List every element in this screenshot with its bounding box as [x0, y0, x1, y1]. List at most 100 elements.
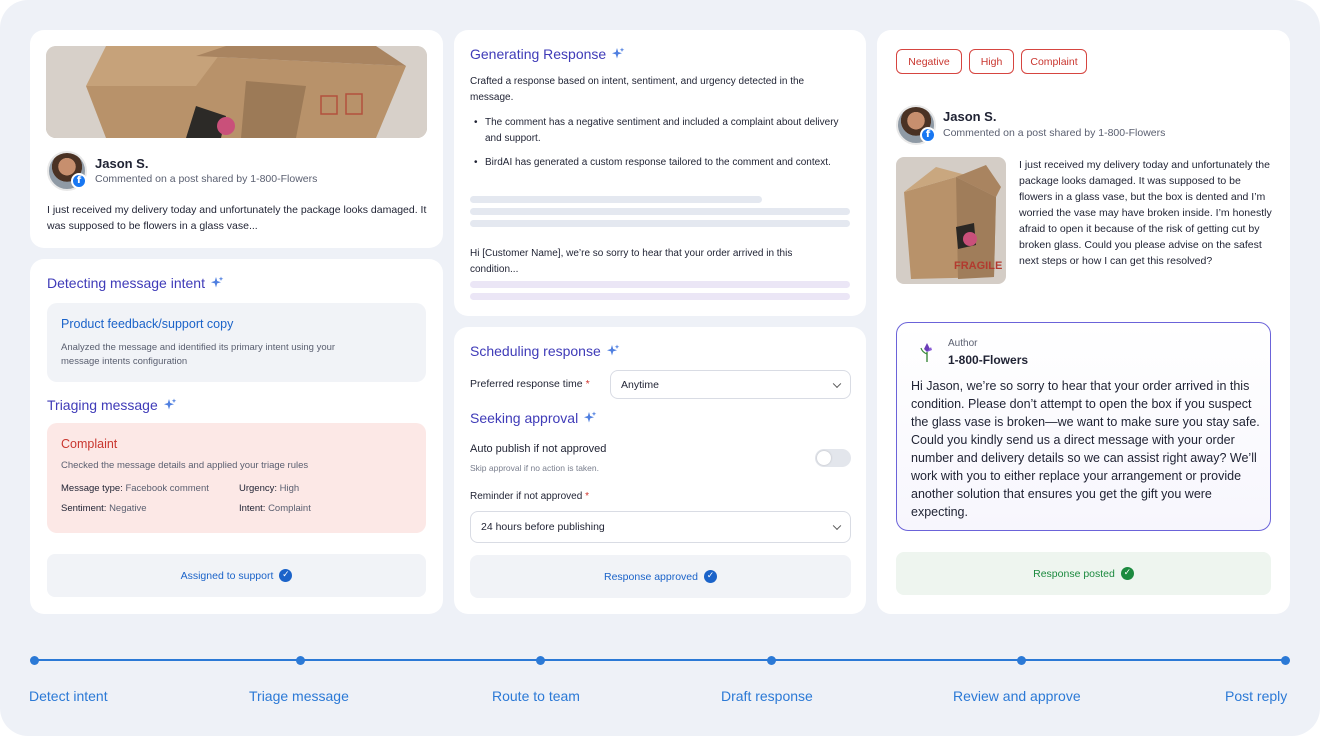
triage-name: Complaint	[61, 437, 118, 451]
author-subtitle: Commented on a post shared by 1-800-Flow…	[95, 173, 318, 185]
timeline-step-review-approve: Review and approve	[953, 688, 1081, 704]
timeline-dot	[1280, 655, 1290, 665]
reminder-label: Reminder if not approved *	[470, 491, 589, 502]
bullet-text: BirdAI has generated a custom response t…	[485, 157, 831, 168]
intent-label: Intent:	[239, 503, 266, 514]
chevron-down-icon	[832, 379, 842, 388]
loading-skeleton	[470, 293, 850, 300]
intent-row: Intent: Complaint	[239, 503, 311, 514]
sentiment-value: Negative	[109, 503, 147, 514]
triage-title-text: Triaging message	[47, 397, 158, 413]
approval-title: Seeking approval	[470, 410, 597, 426]
approved-status-text: Response approved	[604, 570, 698, 583]
reply-box: Author 1-800-Flowers Hi Jason, we’re so …	[896, 322, 1271, 531]
facebook-icon: f	[920, 127, 936, 143]
reminder-select[interactable]: 24 hours before publishing	[470, 511, 851, 543]
package-photo: FRAGILE	[896, 157, 1006, 284]
timeline-dot	[535, 655, 545, 665]
comment-excerpt: I just received my delivery today and un…	[47, 204, 427, 232]
reminder-value: 24 hours before publishing	[481, 521, 605, 533]
detect-intent-title: Detecting message intent	[47, 275, 224, 291]
fragile-label: FRAGILE	[954, 260, 1002, 272]
timeline-dot	[766, 655, 776, 665]
urgency-row: Urgency: High	[239, 483, 299, 494]
scheduling-title-text: Scheduling response	[470, 343, 601, 359]
assigned-status: Assigned to support ✓	[47, 554, 426, 597]
reply-text: Hi Jason, we’re so sorry to hear that yo…	[911, 379, 1260, 519]
check-circle-icon: ✓	[703, 570, 717, 583]
timeline-line	[34, 659, 1286, 661]
urgency-value: High	[279, 483, 300, 494]
author-name: Jason S.	[95, 156, 149, 171]
message-type-label: Message type:	[61, 483, 123, 494]
timeline-dot	[30, 655, 39, 665]
timeline-dot	[295, 655, 305, 665]
reply-author: 1-800-Flowers	[948, 353, 1029, 367]
timeline-step-post-reply: Post reply	[1225, 688, 1288, 704]
intent-description: Analyzed the message and identified its …	[61, 342, 336, 367]
loading-skeleton	[470, 220, 850, 227]
assigned-status-text: Assigned to support	[180, 569, 274, 582]
posted-status: Response posted ✓	[896, 552, 1271, 595]
timeline-step-draft-response: Draft response	[721, 688, 813, 704]
sparkle-icon	[612, 47, 625, 59]
sparkle-icon	[606, 344, 620, 356]
generating-description: Crafted a response based on intent, sent…	[470, 76, 805, 103]
triage-title: Triaging message	[47, 397, 177, 413]
posted-status-text: Response posted	[1033, 567, 1115, 580]
generating-response-card: Generating Response Crafted a response b…	[454, 30, 866, 316]
sentiment-label: Sentiment:	[61, 503, 107, 514]
sparkle-icon	[584, 411, 597, 423]
workflow-canvas: f Jason S. Commented on a post shared by…	[0, 0, 1320, 736]
tag-complaint: Complaint	[1021, 49, 1087, 74]
timeline-step-detect-intent: Detect intent	[29, 688, 108, 704]
timeline-dot	[1016, 655, 1026, 665]
message-type-value: Facebook comment	[125, 483, 209, 494]
toggle-knob	[817, 451, 831, 465]
comment-message: I just received my delivery today and un…	[1019, 159, 1272, 267]
message-type-row: Message type: Facebook comment	[61, 483, 209, 494]
tag-high: High	[969, 49, 1014, 74]
timeline-step-route-to-team: Route to team	[492, 688, 580, 704]
preferred-time-label-text: Preferred response time	[470, 378, 583, 390]
sparkle-icon	[210, 276, 224, 288]
intent-value: Complaint	[268, 503, 311, 514]
scheduling-title: Scheduling response	[470, 343, 620, 359]
timeline-step-triage-message: Triage message	[249, 688, 349, 704]
sparkle-icon	[163, 398, 177, 410]
detect-intent-title-text: Detecting message intent	[47, 275, 205, 291]
sentiment-row: Sentiment: Negative	[61, 503, 147, 514]
check-circle-icon: ✓	[279, 569, 293, 582]
intent-panel: Product feedback/support copy Analyzed t…	[47, 303, 426, 382]
approval-title-text: Seeking approval	[470, 410, 579, 426]
required-mark: *	[585, 378, 590, 390]
approved-status: Response approved ✓	[470, 555, 851, 598]
bullet-list: • The comment has a negative sentiment a…	[474, 115, 844, 171]
generating-title: Generating Response	[470, 46, 625, 62]
author-subtitle: Commented on a post shared by 1-800-Flow…	[943, 127, 1166, 139]
draft-preview: Hi [Customer Name], we’re so sorry to he…	[470, 248, 793, 275]
list-item: • BirdAI has generated a custom response…	[474, 155, 844, 171]
intent-triage-card: Detecting message intent Product feedbac…	[30, 259, 443, 614]
intent-name: Product feedback/support copy	[61, 317, 234, 331]
tulip-logo-icon	[920, 343, 932, 362]
chevron-down-icon	[832, 521, 842, 531]
loading-skeleton	[470, 208, 850, 215]
preferred-time-select[interactable]: Anytime	[610, 370, 851, 399]
tag-negative: Negative	[896, 49, 962, 74]
facebook-icon: f	[71, 173, 87, 189]
preferred-time-label: Preferred response time *	[470, 378, 590, 390]
auto-publish-label: Auto publish if not approved	[470, 443, 607, 455]
auto-publish-toggle[interactable]	[815, 449, 851, 467]
triage-description: Checked the message details and applied …	[61, 460, 309, 471]
reply-role: Author	[948, 338, 978, 349]
post-card: f Jason S. Commented on a post shared by…	[30, 30, 443, 248]
damaged-package-photo	[46, 46, 427, 138]
scheduling-card: Scheduling response Preferred response t…	[454, 327, 866, 614]
urgency-label: Urgency:	[239, 483, 278, 494]
reminder-label-text: Reminder if not approved	[470, 491, 583, 502]
auto-publish-hint: Skip approval if no action is taken.	[470, 463, 599, 473]
list-item: • The comment has a negative sentiment a…	[474, 115, 844, 146]
loading-skeleton	[470, 196, 762, 203]
posted-reply-card: Negative High Complaint f Jason S. Comme…	[877, 30, 1290, 614]
